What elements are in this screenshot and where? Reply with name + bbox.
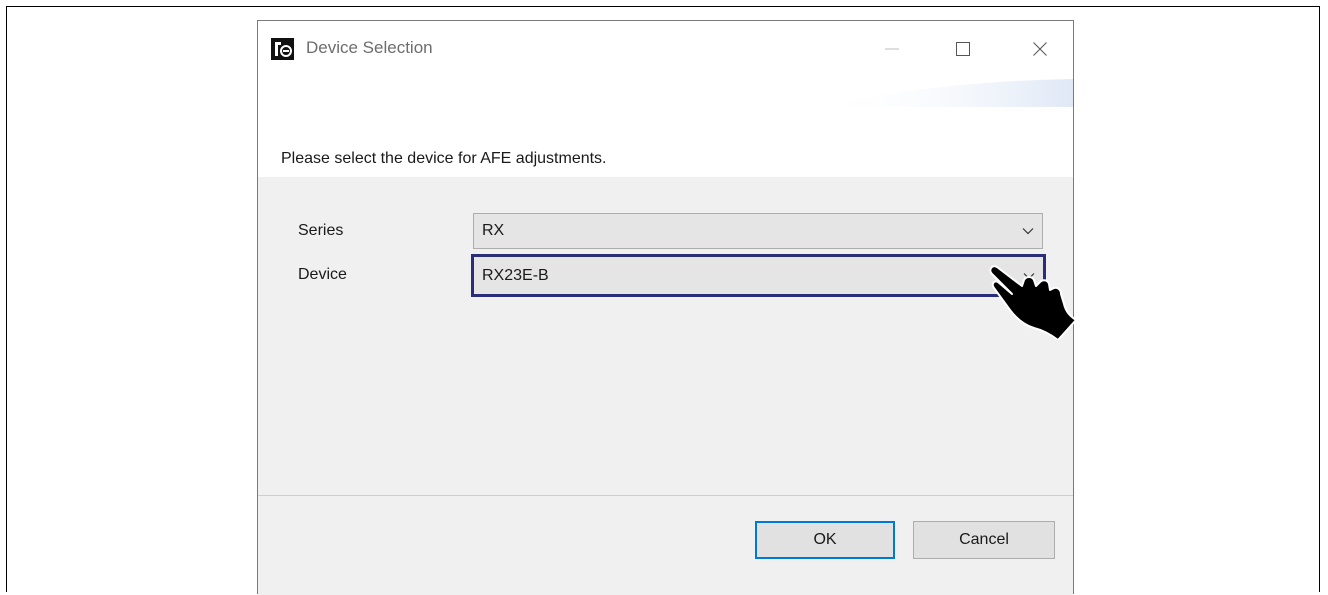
- title-bar: Device Selection: [258, 21, 1073, 77]
- hand-pointer-icon: [989, 265, 1077, 340]
- close-button[interactable]: [1020, 31, 1060, 67]
- window-title: Device Selection: [306, 38, 433, 57]
- close-icon: [1033, 42, 1047, 56]
- selection-panel: Series RX Device RX23E-B: [258, 177, 1073, 495]
- cancel-button[interactable]: Cancel: [913, 521, 1055, 559]
- instruction-text: Please select the device for AFE adjustm…: [281, 150, 607, 167]
- chevron-down-icon: [1022, 228, 1034, 235]
- device-value: RX23E-B: [482, 267, 549, 284]
- minimize-button[interactable]: [872, 31, 912, 67]
- device-selection-dialog: Device Selection Please select the devic…: [257, 20, 1074, 595]
- maximize-icon: [956, 42, 970, 56]
- maximize-button[interactable]: [943, 31, 983, 67]
- series-dropdown[interactable]: RX: [473, 213, 1043, 249]
- minimize-icon: [885, 48, 899, 50]
- button-bar: OK Cancel: [258, 496, 1073, 595]
- device-dropdown[interactable]: RX23E-B: [471, 254, 1046, 297]
- series-label: Series: [298, 222, 344, 239]
- ok-button[interactable]: OK: [755, 521, 895, 559]
- device-label: Device: [298, 266, 347, 283]
- series-value: RX: [482, 222, 505, 239]
- app-icon: [271, 38, 294, 60]
- header-swoosh-graphic: [818, 79, 1073, 107]
